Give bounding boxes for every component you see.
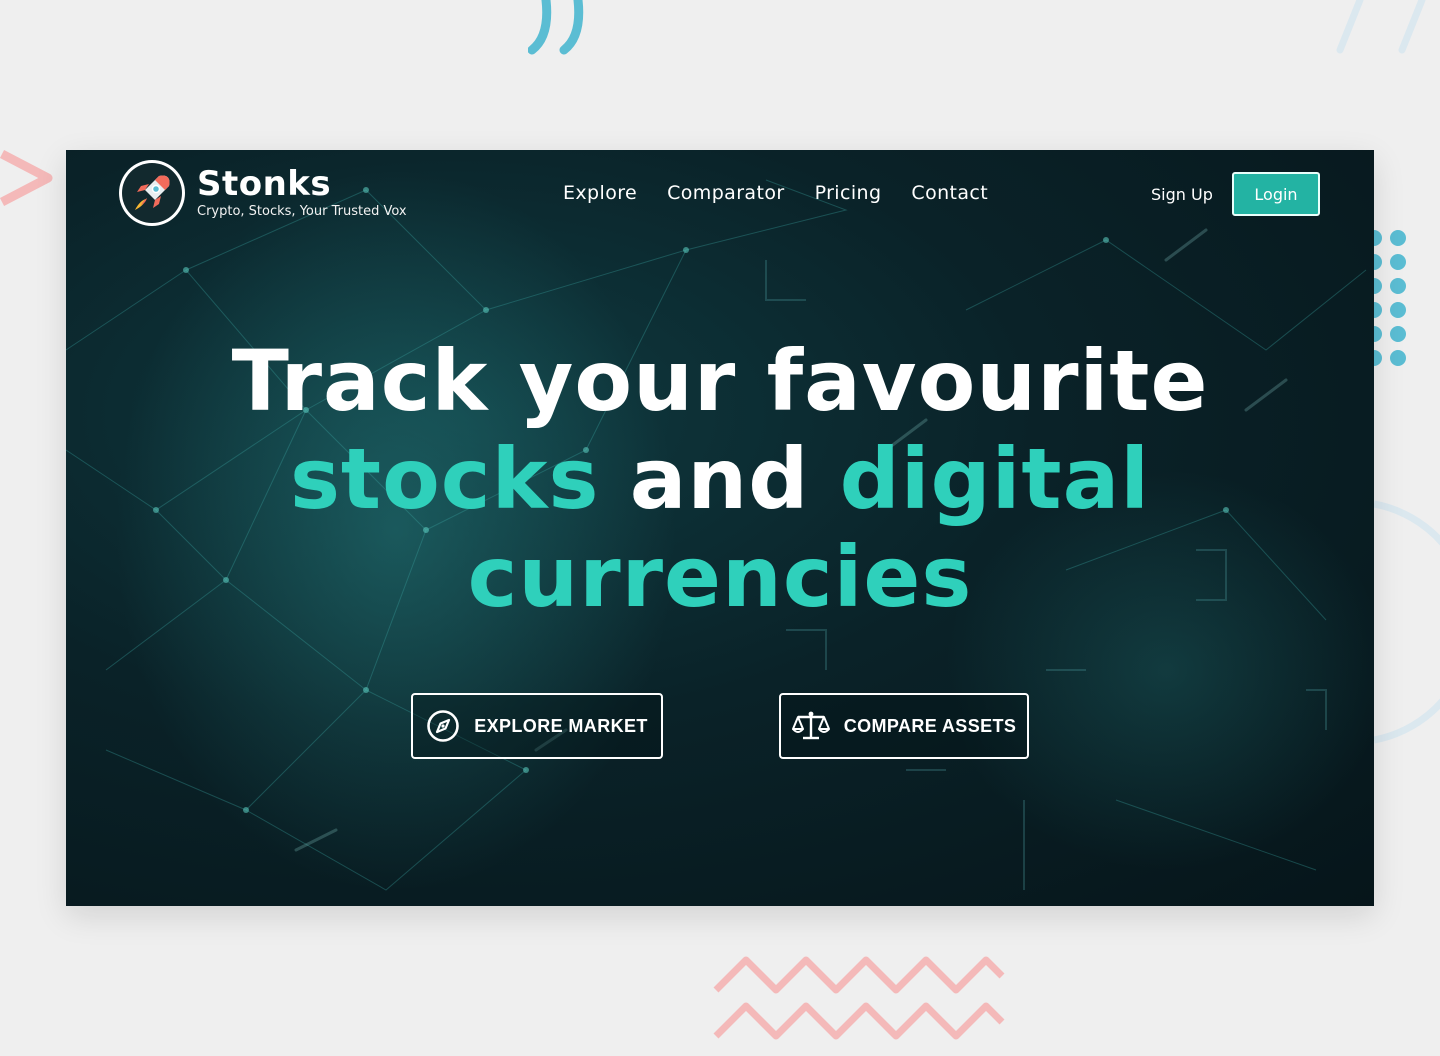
compare-assets-button[interactable]: COMPARE ASSETS <box>779 693 1029 759</box>
sign-up-link[interactable]: Sign Up <box>1151 185 1213 204</box>
hero-line-1: Track your favourite <box>231 332 1209 430</box>
brand-tagline: Crypto, Stocks, Your Trusted Vox <box>197 204 407 219</box>
compare-assets-label: COMPARE ASSETS <box>843 715 1017 736</box>
nav-link-contact[interactable]: Contact <box>911 182 988 204</box>
hero-word-stocks: stocks <box>289 430 600 528</box>
logo[interactable] <box>119 160 185 226</box>
scale-icon <box>791 711 830 740</box>
compass-icon <box>427 710 459 742</box>
decorative-chevron-shape <box>0 150 53 206</box>
hero-screenshot-frame: Stonks Crypto, Stocks, Your Trusted Vox … <box>66 150 1374 906</box>
explore-market-label: EXPLORE MARKET <box>474 715 648 736</box>
nav-link-explore[interactable]: Explore <box>563 182 637 204</box>
brand-name[interactable]: Stonks <box>197 164 331 204</box>
nav-link-comparator[interactable]: Comparator <box>667 182 784 204</box>
hero-word-digital: digital <box>839 430 1151 528</box>
decorative-parentheses-shape <box>528 0 584 55</box>
nav-links: Explore Comparator Pricing Contact <box>563 182 1018 204</box>
hero-line-3: currencies <box>467 528 973 626</box>
hero-line-2: stocks and digital <box>66 430 1374 528</box>
top-nav: Stonks Crypto, Stocks, Your Trusted Vox … <box>66 150 1374 240</box>
decorative-slashes-shape <box>1336 0 1426 54</box>
hero-word-and: and <box>629 430 810 528</box>
nav-link-pricing[interactable]: Pricing <box>815 182 882 204</box>
hero-headline: Track your favourite stocks and digital … <box>66 332 1374 626</box>
login-button[interactable]: Login <box>1232 172 1320 216</box>
rocket-icon <box>135 175 170 210</box>
decorative-zigzag-shape <box>713 956 1005 1040</box>
decorative-arc-shape <box>1373 500 1440 744</box>
explore-market-button[interactable]: EXPLORE MARKET <box>411 693 663 759</box>
